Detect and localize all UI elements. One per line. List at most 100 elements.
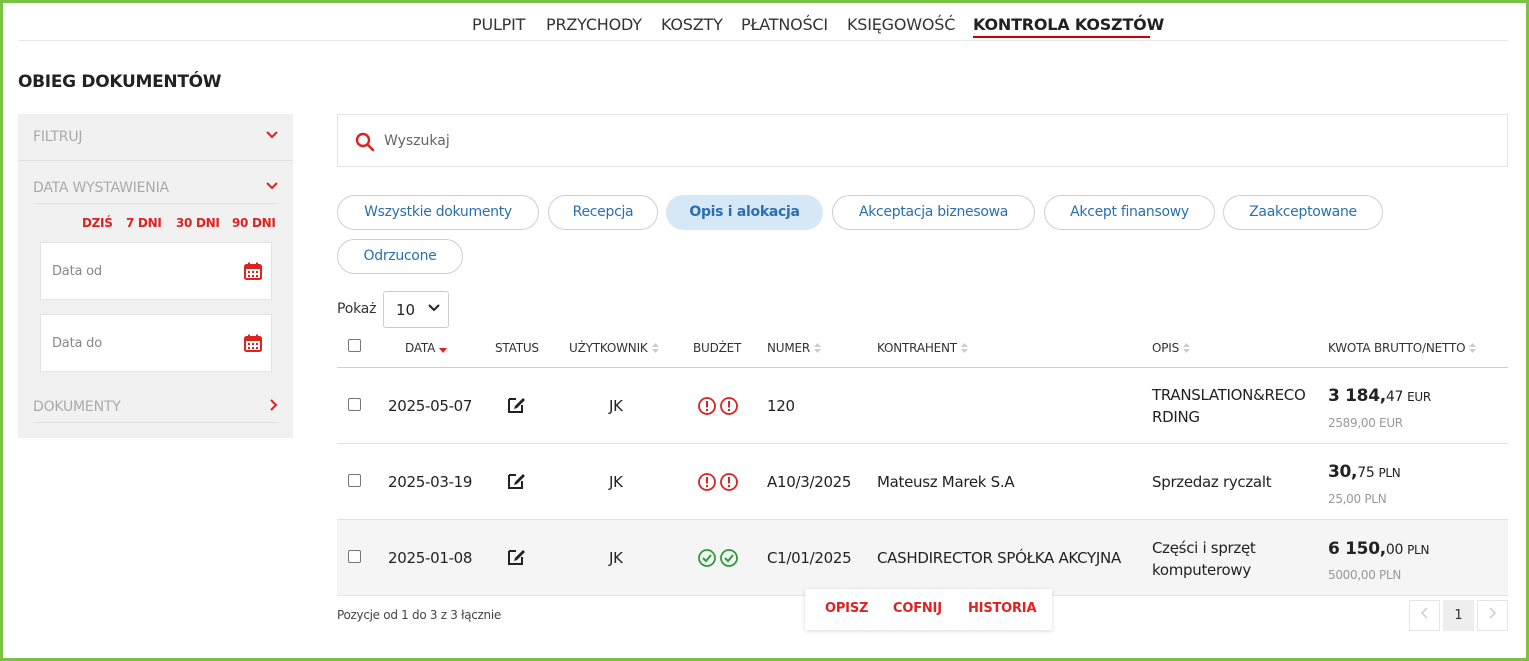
next-page-button[interactable] (1477, 600, 1508, 631)
col-description-label: OPIS (1152, 341, 1180, 355)
documents-toggle[interactable]: DOKUMENTY (33, 399, 278, 415)
date-from-field[interactable]: Data od (40, 242, 272, 300)
nav-przychody[interactable]: PRZYCHODY (546, 15, 642, 34)
chevron-right-icon (270, 399, 278, 415)
divider (33, 422, 278, 423)
divider (18, 160, 293, 161)
sort-icon (651, 343, 659, 353)
nav-platnosci[interactable]: PŁATNOŚCI (741, 15, 828, 34)
date-from-placeholder: Data od (52, 264, 102, 279)
page-size-select[interactable]: 10 (383, 291, 449, 328)
nav-kontrola-kosztow[interactable]: KONTROLA KOSZTÓW (973, 15, 1164, 34)
row-number: A10/3/2025 (767, 473, 852, 491)
col-contractor-label: KONTRAHENT (877, 341, 957, 355)
pill-rejected[interactable]: Odrzucone (337, 239, 463, 274)
quick-7-days[interactable]: 7 DNI (126, 216, 162, 230)
nav-pulpit[interactable]: PULPIT (472, 15, 525, 34)
sort-icon (1469, 343, 1477, 353)
row-user: JK (609, 473, 623, 491)
edit-icon[interactable] (507, 471, 526, 490)
amount-integer: 6 150, (1328, 539, 1386, 559)
date-issued-toggle[interactable]: DATA WYSTAWIENIA (33, 180, 278, 196)
col-date[interactable]: DATA (405, 341, 448, 355)
col-date-label: DATA (405, 341, 436, 355)
sort-icon (1183, 343, 1191, 353)
show-label: Pokaż (337, 301, 377, 317)
nav-ksiegowosc[interactable]: KSIĘGOWOŚĆ (847, 15, 955, 34)
calendar-icon[interactable] (244, 262, 262, 280)
chevron-down-icon (266, 179, 278, 194)
pill-financial-acceptance[interactable]: Akcept finansowy (1044, 195, 1215, 230)
budget-ok-icon (698, 549, 738, 567)
row-date: 2025-01-08 (388, 549, 473, 567)
row-user: JK (609, 397, 623, 415)
quick-90-days[interactable]: 90 DNI (232, 216, 276, 230)
row-number: C1/01/2025 (767, 549, 852, 567)
row-contractor: CASHDIRECTOR SPÓŁKA AKCYJNA (877, 549, 1121, 567)
edit-icon[interactable] (507, 547, 526, 566)
row-description: TRANSLATION&RECO RDING (1152, 386, 1306, 426)
col-budget: BUDŻET (693, 341, 742, 355)
chevron-down-icon (428, 301, 440, 315)
history-button[interactable]: HISTORIA (968, 601, 1037, 616)
col-user[interactable]: UŻYTKOWNIK (569, 341, 660, 355)
top-nav: PULPIT PRZYCHODY KOSZTY PŁATNOŚCI KSIĘGO… (18, 0, 1508, 41)
bulk-actions-bar: OPISZ COFNIJ HISTORIA (805, 589, 1052, 630)
filter-toggle[interactable]: FILTRUJ (33, 129, 278, 145)
amount-decimals: 47 (1385, 389, 1404, 405)
col-number[interactable]: NUMER (767, 341, 822, 355)
undo-button[interactable]: COFNIJ (893, 601, 942, 616)
budget-warning-icon (698, 397, 738, 415)
amount-currency: PLN (1407, 543, 1430, 557)
pill-all-documents[interactable]: Wszystkie dokumenty (337, 195, 539, 230)
row-checkbox[interactable] (348, 474, 361, 487)
row-checkbox[interactable] (348, 398, 361, 411)
row-date: 2025-03-19 (388, 473, 473, 491)
amount-integer: 3 184, (1328, 386, 1386, 406)
filter-label: FILTRUJ (33, 129, 83, 145)
search-icon (355, 132, 375, 152)
quick-today[interactable]: DZIŚ (82, 216, 113, 230)
date-to-field[interactable]: Data do (40, 314, 272, 372)
row-description: Części i sprzęt komputerowy (1152, 539, 1256, 579)
page-size-value: 10 (396, 301, 416, 319)
sort-icon (814, 343, 822, 353)
amount-integer: 30, (1328, 462, 1358, 482)
page-button-current[interactable]: 1 (1443, 600, 1474, 631)
edit-icon[interactable] (507, 395, 526, 414)
col-contractor[interactable]: KONTRAHENT (877, 341, 969, 355)
pill-reception[interactable]: Recepcja (548, 195, 658, 230)
describe-button[interactable]: OPISZ (825, 601, 868, 616)
col-user-label: UŻYTKOWNIK (569, 341, 648, 355)
col-amount[interactable]: KWOTA BRUTTO/NETTO (1328, 341, 1477, 355)
search-input[interactable] (384, 129, 984, 153)
row-user: JK (609, 549, 623, 567)
row-amount-gross: 30,75 PLN (1328, 462, 1401, 482)
row-amount-gross: 3 184,47 EUR (1328, 386, 1431, 406)
row-amount-net: 2589,00 EUR (1328, 416, 1403, 430)
row-amount-net: 25,00 PLN (1328, 492, 1387, 506)
col-description[interactable]: OPIS (1152, 341, 1191, 355)
pill-business-acceptance[interactable]: Akceptacja biznesowa (832, 195, 1035, 230)
row-description: Sprzedaz ryczalt (1152, 473, 1272, 491)
chevron-right-icon (1488, 607, 1496, 619)
documents-label: DOKUMENTY (33, 399, 121, 415)
pill-description-allocation[interactable]: Opis i alokacja (666, 195, 823, 230)
budget-warning-icon (698, 473, 738, 491)
row-number: 120 (767, 397, 795, 415)
prev-page-button[interactable] (1409, 600, 1440, 631)
calendar-icon[interactable] (244, 334, 262, 352)
select-all-checkbox[interactable] (348, 339, 361, 352)
col-amount-label: KWOTA BRUTTO/NETTO (1328, 341, 1466, 355)
date-to-placeholder: Data do (52, 336, 102, 351)
chevron-left-icon (1420, 607, 1428, 619)
nav-koszty[interactable]: KOSZTY (661, 15, 723, 34)
page-title: OBIEG DOKUMENTÓW (18, 72, 222, 92)
quick-30-days[interactable]: 30 DNI (176, 216, 220, 230)
row-date: 2025-05-07 (388, 397, 473, 415)
row-checkbox[interactable] (348, 550, 361, 563)
col-status: STATUS (495, 341, 539, 355)
pill-accepted[interactable]: Zaakceptowane (1223, 195, 1383, 230)
sort-desc-icon (439, 348, 448, 353)
amount-currency: EUR (1407, 390, 1431, 404)
